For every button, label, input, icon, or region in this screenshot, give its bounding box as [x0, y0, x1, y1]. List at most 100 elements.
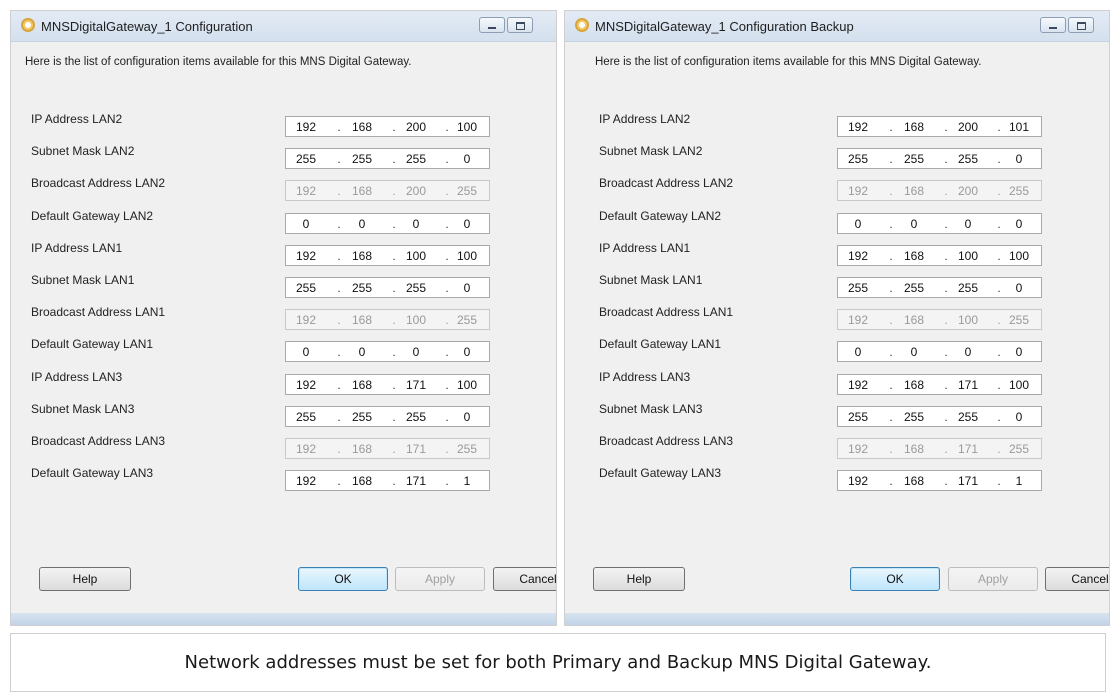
ip-octet[interactable]: 100: [1001, 249, 1037, 263]
ip-octet[interactable]: 255: [896, 410, 932, 424]
ip-octet[interactable]: 0: [288, 217, 324, 231]
ip-address-field[interactable]: 255. 255. 255. 0: [285, 406, 490, 427]
ip-octet[interactable]: 0: [840, 345, 876, 359]
maximize-button[interactable]: [507, 17, 533, 33]
ip-octet[interactable]: 0: [398, 217, 434, 231]
ip-octet[interactable]: 171: [398, 378, 434, 392]
ip-octet[interactable]: 255: [896, 152, 932, 166]
ip-address-field[interactable]: 255. 255. 255. 0: [285, 277, 490, 298]
ip-octet[interactable]: 0: [1001, 217, 1037, 231]
ip-octet[interactable]: 168: [344, 378, 380, 392]
ip-octet[interactable]: 1: [449, 474, 485, 488]
ip-octet[interactable]: 0: [1001, 410, 1037, 424]
ip-octet[interactable]: 0: [896, 217, 932, 231]
ip-octet[interactable]: 0: [449, 217, 485, 231]
ip-address-field[interactable]: 255. 255. 255. 0: [285, 148, 490, 169]
ip-octet[interactable]: 255: [950, 410, 986, 424]
ip-octet[interactable]: 1: [1001, 474, 1037, 488]
ip-octet[interactable]: 0: [1001, 345, 1037, 359]
ip-address-field[interactable]: 192. 168. 171. 1: [285, 470, 490, 491]
ip-octet[interactable]: 192: [288, 474, 324, 488]
ip-octet[interactable]: 192: [840, 378, 876, 392]
ip-octet[interactable]: 0: [449, 281, 485, 295]
ip-octet[interactable]: 255: [950, 281, 986, 295]
ip-octet[interactable]: 168: [344, 120, 380, 134]
ip-octet[interactable]: 171: [950, 474, 986, 488]
ip-address-field[interactable]: 192. 168. 171. 100: [285, 374, 490, 395]
ip-octet[interactable]: 168: [344, 249, 380, 263]
ip-octet[interactable]: 192: [288, 249, 324, 263]
ip-octet[interactable]: 0: [398, 345, 434, 359]
help-button[interactable]: Help: [39, 567, 131, 591]
ip-octet[interactable]: 0: [449, 410, 485, 424]
cancel-button[interactable]: Cancel: [493, 567, 556, 591]
ip-octet[interactable]: 100: [398, 249, 434, 263]
ip-octet[interactable]: 255: [840, 410, 876, 424]
ip-octet[interactable]: 255: [896, 281, 932, 295]
ip-octet[interactable]: 0: [344, 217, 380, 231]
ip-octet[interactable]: 168: [896, 378, 932, 392]
ip-octet[interactable]: 192: [840, 249, 876, 263]
ip-octet[interactable]: 255: [288, 281, 324, 295]
ip-address-field[interactable]: 192. 168. 100. 100: [837, 245, 1042, 266]
ip-octet[interactable]: 200: [950, 120, 986, 134]
ip-octet[interactable]: 200: [398, 120, 434, 134]
ip-octet[interactable]: 255: [344, 410, 380, 424]
ip-octet[interactable]: 0: [950, 345, 986, 359]
ip-octet[interactable]: 255: [840, 152, 876, 166]
ip-octet[interactable]: 255: [288, 410, 324, 424]
ip-address-field[interactable]: 255. 255. 255. 0: [837, 406, 1042, 427]
ip-octet[interactable]: 255: [398, 152, 434, 166]
ip-octet[interactable]: 192: [288, 378, 324, 392]
ok-button[interactable]: OK: [298, 567, 388, 591]
ip-octet[interactable]: 168: [896, 120, 932, 134]
ip-address-field[interactable]: 0.0.0.0: [837, 213, 1042, 234]
minimize-button[interactable]: [1040, 17, 1066, 33]
ip-octet[interactable]: 255: [288, 152, 324, 166]
ip-octet[interactable]: 255: [398, 281, 434, 295]
ip-octet[interactable]: 171: [398, 474, 434, 488]
ip-address-field[interactable]: 0.0.0.0: [837, 341, 1042, 362]
ip-octet[interactable]: 0: [449, 345, 485, 359]
backup-title-bar[interactable]: MNSDigitalGateway_1 Configuration Backup: [565, 11, 1109, 42]
ip-octet[interactable]: 0: [288, 345, 324, 359]
ip-octet[interactable]: 192: [840, 474, 876, 488]
ip-address-field[interactable]: 192. 168. 200. 100: [285, 116, 490, 137]
ip-address-field[interactable]: 192. 168. 200. 101: [837, 116, 1042, 137]
ip-octet[interactable]: 100: [950, 249, 986, 263]
ip-octet[interactable]: 255: [344, 281, 380, 295]
minimize-button[interactable]: [479, 17, 505, 33]
ip-octet[interactable]: 255: [344, 152, 380, 166]
ip-octet[interactable]: 192: [840, 120, 876, 134]
cancel-button[interactable]: Cancel: [1045, 567, 1109, 591]
ip-address-field[interactable]: 0.0.0.0: [285, 213, 490, 234]
ip-octet[interactable]: 100: [449, 120, 485, 134]
ip-octet[interactable]: 100: [449, 378, 485, 392]
ip-address-field[interactable]: 192. 168. 171. 1: [837, 470, 1042, 491]
help-button[interactable]: Help: [593, 567, 685, 591]
ip-octet[interactable]: 255: [398, 410, 434, 424]
ip-octet[interactable]: 100: [449, 249, 485, 263]
ip-octet[interactable]: 192: [288, 120, 324, 134]
ip-octet[interactable]: 168: [896, 474, 932, 488]
apply-button[interactable]: Apply: [948, 567, 1038, 591]
ip-octet[interactable]: 171: [950, 378, 986, 392]
ip-octet[interactable]: 168: [344, 474, 380, 488]
primary-title-bar[interactable]: MNSDigitalGateway_1 Configuration: [11, 11, 556, 42]
ip-octet[interactable]: 0: [950, 217, 986, 231]
ip-address-field[interactable]: 192. 168. 100. 100: [285, 245, 490, 266]
ip-octet[interactable]: 168: [896, 249, 932, 263]
maximize-button[interactable]: [1068, 17, 1094, 33]
ip-octet[interactable]: 255: [840, 281, 876, 295]
ip-octet[interactable]: 0: [344, 345, 380, 359]
ip-address-field[interactable]: 255. 255. 255. 0: [837, 277, 1042, 298]
ip-octet[interactable]: 100: [1001, 378, 1037, 392]
ip-address-field[interactable]: 192. 168. 171. 100: [837, 374, 1042, 395]
ip-address-field[interactable]: 0.0.0.0: [285, 341, 490, 362]
ip-octet[interactable]: 0: [1001, 152, 1037, 166]
ok-button[interactable]: OK: [850, 567, 940, 591]
ip-octet[interactable]: 0: [840, 217, 876, 231]
ip-octet[interactable]: 0: [449, 152, 485, 166]
ip-octet[interactable]: 0: [1001, 281, 1037, 295]
ip-address-field[interactable]: 255. 255. 255. 0: [837, 148, 1042, 169]
